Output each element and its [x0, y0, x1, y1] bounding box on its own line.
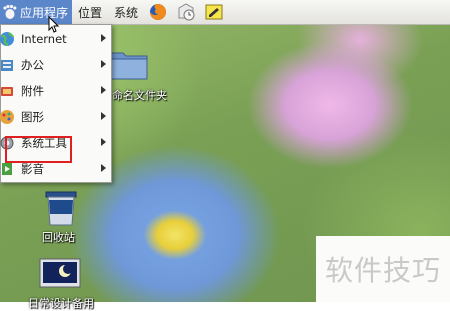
media-icon [2, 163, 12, 175]
mouse-cursor-icon [48, 16, 60, 33]
submenu-arrow-icon [101, 34, 106, 42]
folder-icon [110, 52, 148, 80]
menu-item-graphics[interactable]: 图形 [0, 104, 111, 130]
applications-menu-label: 应用程序 [20, 5, 69, 20]
mail-clock-icon [178, 3, 195, 21]
submenu-arrow-icon [101, 164, 106, 172]
watermark-text: 软件技巧 [324, 254, 441, 287]
menu-item-office-label: 办公 [21, 58, 44, 72]
system-menu[interactable]: 系统 [108, 0, 144, 24]
foot-logo-icon [3, 4, 17, 19]
trash-label: 回收站 [42, 231, 75, 244]
folder-label: 命名文件夹 [112, 89, 167, 102]
menu-item-office[interactable]: 办公 [1, 52, 111, 78]
monitor-icon [39, 258, 81, 288]
computer-label: 日常设计备用 [28, 297, 94, 310]
places-menu-label: 位置 [78, 5, 103, 20]
menu-item-accessories[interactable]: 附件 [1, 78, 111, 104]
watermark: 软件技巧 [316, 236, 450, 302]
menu-item-media-label: 影音 [21, 162, 44, 176]
mail-launcher[interactable] [175, 1, 197, 23]
system-menu-label: 系统 [114, 5, 139, 20]
applications-menu[interactable]: 应用程序 [0, 0, 73, 24]
accessories-icon [1, 87, 13, 96]
places-menu[interactable]: 位置 [72, 0, 108, 24]
annotation-highlight-box [5, 136, 72, 163]
notes-icon [205, 4, 223, 20]
menu-item-internet-label: Internet [21, 32, 67, 46]
submenu-arrow-icon [101, 138, 106, 146]
firefox-launcher[interactable] [147, 1, 169, 23]
graphics-icon [0, 110, 14, 124]
submenu-arrow-icon [101, 86, 106, 94]
menu-item-accessories-label: 附件 [21, 84, 44, 98]
submenu-arrow-icon [101, 112, 106, 120]
globe-icon [0, 32, 14, 46]
top-panel: 应用程序 位置 系统 [0, 0, 450, 25]
submenu-arrow-icon [101, 60, 106, 68]
office-icon [1, 60, 13, 71]
menu-item-graphics-label: 图形 [21, 110, 44, 124]
notes-launcher[interactable] [203, 1, 225, 23]
trash-icon [45, 191, 77, 226]
firefox-icon [150, 4, 167, 20]
